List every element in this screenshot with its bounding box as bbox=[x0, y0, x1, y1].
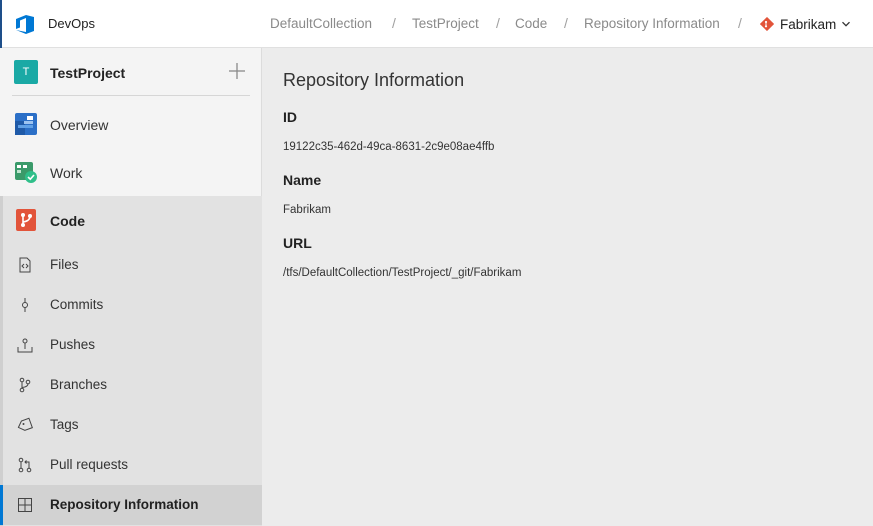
sidebar-item-label: Files bbox=[50, 257, 79, 272]
sidebar: T TestProject Overview Work Code Files C… bbox=[0, 48, 262, 526]
sidebar-item-tags[interactable]: Tags bbox=[0, 405, 262, 445]
add-icon[interactable] bbox=[226, 60, 248, 82]
divider bbox=[12, 95, 250, 96]
sidebar-item-label: Overview bbox=[50, 117, 109, 133]
top-bar: DevOps DefaultCollection / TestProject /… bbox=[0, 0, 873, 48]
field-label-name: Name bbox=[283, 172, 322, 188]
breadcrumb-separator: / bbox=[392, 15, 396, 31]
sidebar-item-repository-information[interactable]: Repository Information bbox=[0, 485, 262, 525]
sidebar-item-label: Work bbox=[50, 165, 83, 181]
breadcrumb-project[interactable]: TestProject bbox=[412, 16, 479, 31]
sidebar-item-code[interactable]: Code bbox=[0, 196, 262, 244]
sidebar-item-label: Repository Information bbox=[50, 497, 199, 512]
sidebar-item-label: Commits bbox=[50, 297, 104, 312]
project-name: TestProject bbox=[50, 65, 126, 81]
breadcrumb-code[interactable]: Code bbox=[515, 16, 547, 31]
app-name[interactable]: DevOps bbox=[48, 16, 95, 31]
sidebar-item-label: Tags bbox=[50, 417, 79, 432]
sidebar-item-label: Branches bbox=[50, 377, 108, 392]
window-edge bbox=[0, 0, 2, 48]
git-repo-icon bbox=[760, 17, 774, 31]
breadcrumb-separator: / bbox=[738, 15, 742, 31]
breadcrumb-separator: / bbox=[564, 15, 568, 31]
chevron-down-icon bbox=[842, 21, 851, 27]
work-icon bbox=[15, 162, 37, 183]
page-title: Repository Information bbox=[283, 70, 465, 90]
project-avatar: T bbox=[14, 60, 38, 84]
selected-indicator bbox=[0, 485, 3, 525]
push-icon bbox=[17, 338, 33, 353]
sidebar-item-pushes[interactable]: Pushes bbox=[0, 325, 262, 365]
sidebar-item-branches[interactable]: Branches bbox=[0, 365, 262, 405]
grid-icon bbox=[18, 498, 32, 512]
file-code-icon bbox=[19, 257, 31, 273]
overview-icon bbox=[15, 113, 37, 135]
tag-icon bbox=[17, 417, 33, 431]
breadcrumb-collection[interactable]: DefaultCollection bbox=[270, 16, 372, 31]
field-value-id: 19122c35-462d-49ca-8631-2c9e08ae4ffb bbox=[283, 141, 495, 153]
sidebar-item-pull-requests[interactable]: Pull requests bbox=[0, 445, 262, 485]
breadcrumb-separator: / bbox=[496, 15, 500, 31]
sidebar-item-overview[interactable]: Overview bbox=[0, 100, 262, 148]
sidebar-item-commits[interactable]: Commits bbox=[0, 285, 262, 325]
sidebar-item-work[interactable]: Work bbox=[0, 148, 262, 196]
pull-request-icon bbox=[18, 457, 32, 473]
field-value-url: /tfs/DefaultCollection/TestProject/_git/… bbox=[283, 267, 522, 279]
breadcrumb-page[interactable]: Repository Information bbox=[584, 16, 720, 31]
repository-name: Fabrikam bbox=[780, 16, 837, 32]
branch-icon bbox=[19, 377, 31, 393]
sidebar-item-label: Pushes bbox=[50, 337, 96, 352]
code-icon bbox=[16, 209, 36, 231]
field-label-id: ID bbox=[283, 109, 297, 125]
field-label-url: URL bbox=[283, 235, 312, 251]
devops-logo-icon[interactable] bbox=[13, 12, 37, 36]
repository-picker[interactable]: Fabrikam bbox=[760, 13, 851, 35]
field-value-name: Fabrikam bbox=[283, 204, 331, 216]
main-content: Repository Information ID 19122c35-462d-… bbox=[263, 48, 873, 526]
project-header[interactable]: T TestProject bbox=[0, 48, 262, 96]
sidebar-item-files[interactable]: Files bbox=[0, 245, 262, 285]
commit-icon bbox=[22, 298, 28, 312]
sidebar-item-label: Pull requests bbox=[50, 457, 129, 472]
sidebar-item-label: Code bbox=[50, 213, 85, 229]
code-section: Code Files Commits Pushes Branches Tags … bbox=[0, 196, 262, 526]
